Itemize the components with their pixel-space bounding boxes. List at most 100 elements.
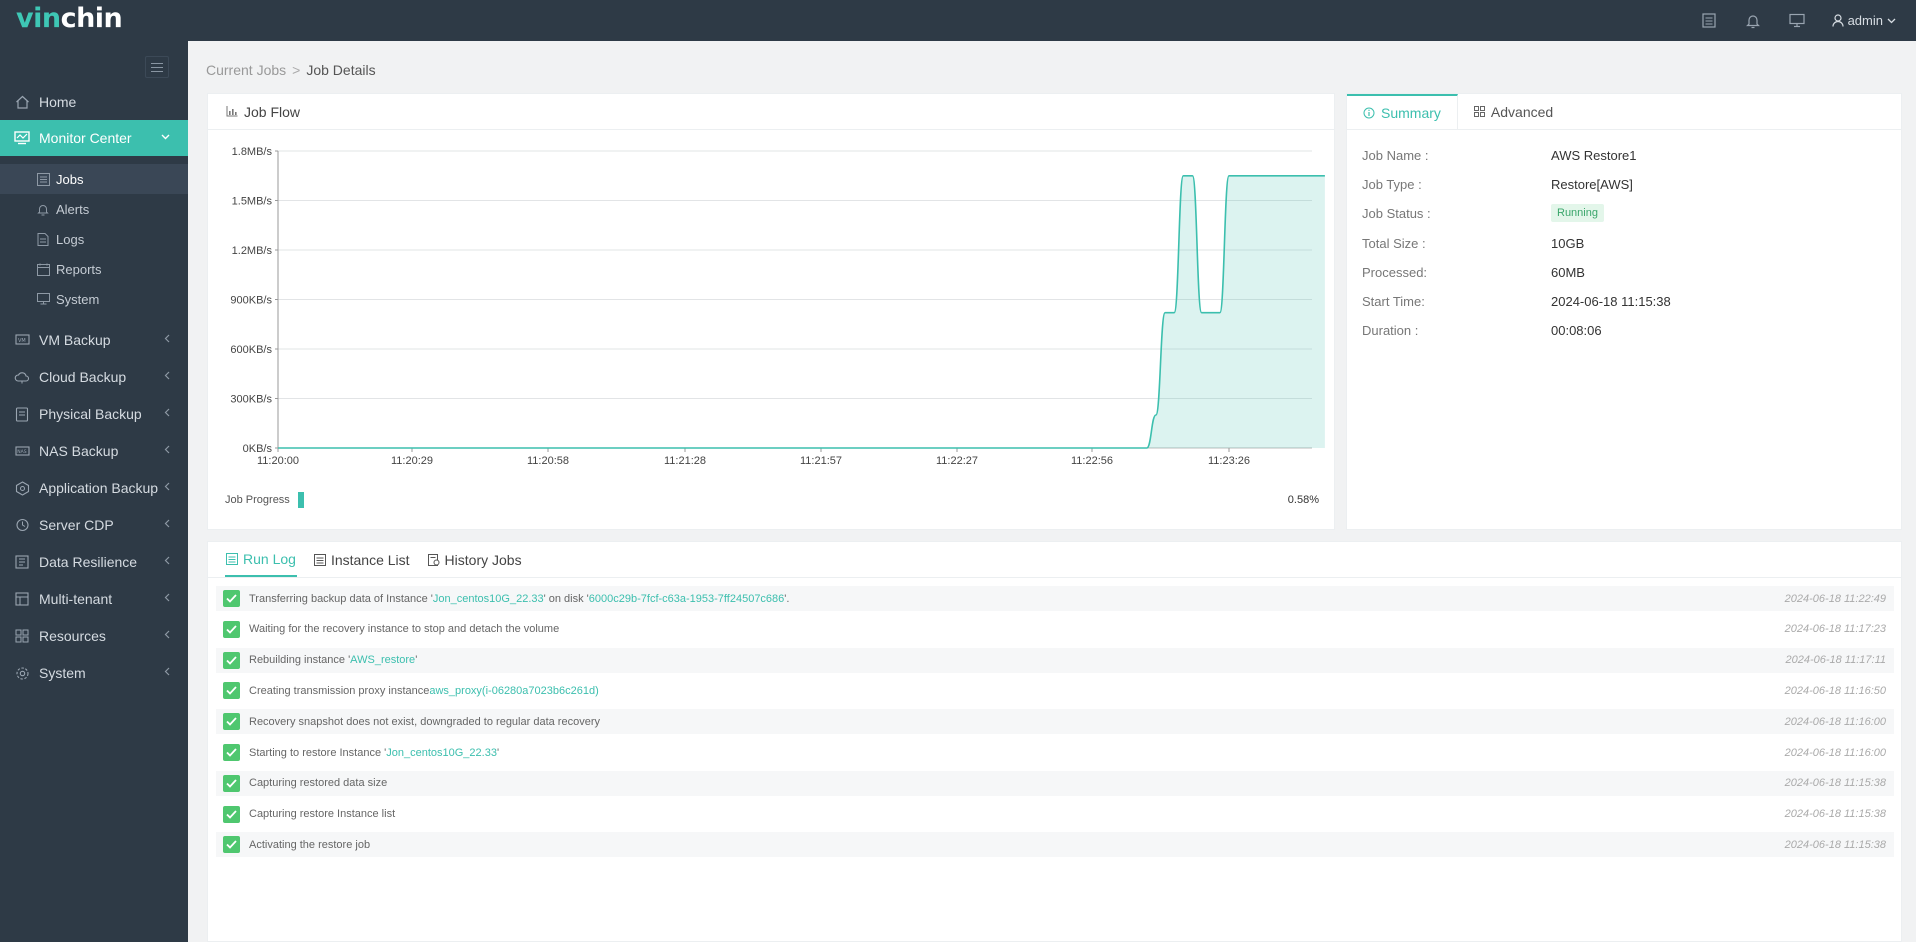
sidebar-item-cloud-backup[interactable]: Cloud Backup — [0, 359, 188, 395]
status-badge: Running — [1551, 204, 1604, 222]
tab-history-jobs[interactable]: History Jobs — [427, 542, 523, 577]
log-row: Transferring backup data of Instance 'Jo… — [216, 586, 1894, 611]
log-highlight: aws_proxy(i-06280a7023b6c261d) — [429, 684, 599, 697]
sidebar-subitem-label: Reports — [56, 261, 102, 277]
summary-row: Job Status : Running — [1362, 203, 1604, 223]
chevron-left-icon — [164, 371, 170, 383]
tab-run-log[interactable]: Run Log — [225, 542, 297, 577]
log-text: ' — [415, 654, 418, 667]
sidebar-item-data-resilience[interactable]: Data Resilience — [0, 544, 188, 580]
x-tick-label: 11:21:28 — [664, 455, 706, 467]
sidebar-item-home[interactable]: Home — [0, 84, 188, 120]
logo-prefix: vin — [16, 3, 61, 34]
sidebar-item-application-backup[interactable]: Application Backup — [0, 470, 188, 506]
sidebar-item-resources[interactable]: Resources — [0, 618, 188, 654]
log-text: Transferring backup data of Instance ' — [249, 592, 433, 605]
log-text: Capturing restore Instance list — [249, 808, 396, 821]
x-tick-label: 11:20:29 — [391, 455, 433, 467]
summary-label: Job Status : — [1362, 205, 1431, 221]
sidebar-item-multi-tenant[interactable]: Multi-tenant — [0, 581, 188, 617]
log-message: Transferring backup data of Instance 'Jo… — [249, 593, 789, 605]
y-tick-label: 0KB/s — [243, 443, 273, 455]
sidebar-subitem-label: Alerts — [56, 201, 90, 217]
job-progress-bar — [297, 492, 304, 508]
check-icon — [223, 682, 240, 700]
sidebar-subitem-alerts[interactable]: Alerts — [0, 194, 188, 224]
tab-summary[interactable]: Summary — [1347, 94, 1458, 129]
sidebar-subitem-label: Logs — [56, 231, 85, 247]
log-row: Capturing restored data size 2024-06-18 1… — [216, 770, 1894, 796]
x-tick-label: 11:20:00 — [257, 455, 299, 467]
document-icon[interactable] — [1700, 12, 1718, 30]
sidebar-item-nas-backup[interactable]: NAS NAS Backup — [0, 433, 188, 469]
sidebar-subitem-system[interactable]: System — [0, 284, 188, 314]
user-menu[interactable]: admin — [1831, 13, 1896, 28]
job-flow-panel: Job Flow 0KB/s 300KB/s 600KB/s 900KB/s 1.2MB… — [207, 93, 1335, 530]
log-text: ' — [496, 746, 500, 759]
log-message: Creating transmission proxy instanceaws_… — [249, 685, 599, 697]
log-text: Waiting for the recovery instance to sto… — [249, 623, 560, 636]
tab-instance-list[interactable]: Instance List — [313, 542, 411, 577]
bell-icon[interactable] — [1744, 12, 1762, 30]
sidebar-item-monitor-center[interactable]: Monitor Center — [0, 120, 188, 156]
sidebar-item-label: Physical Backup — [39, 406, 142, 422]
vm-icon: VM — [14, 332, 30, 348]
log-row: Rebuilding instance 'AWS_restore' 2024-06… — [216, 647, 1894, 673]
breadcrumb-parent[interactable]: Current Jobs — [206, 62, 286, 78]
log-timestamp: 2024-06-18 11:16:00 — [1784, 715, 1886, 728]
summary-label: Total Size : — [1362, 235, 1426, 251]
cdp-icon — [14, 517, 30, 533]
report-icon — [36, 262, 50, 276]
sidebar-subitem-jobs[interactable]: Jobs — [0, 164, 188, 194]
x-tick-label: 11:23:26 — [1208, 455, 1250, 467]
sidebar-item-label: NAS Backup — [39, 443, 119, 459]
tab-instance-list-label: Instance List — [330, 551, 410, 568]
sidebar-item-system[interactable]: System — [0, 655, 188, 691]
grid-icon — [1473, 106, 1485, 117]
chart-icon — [226, 106, 238, 117]
log-timestamp: 2024-06-18 11:17:23 — [1784, 623, 1886, 636]
monitor-icon — [14, 130, 30, 146]
summary-value: 2024-06-18 11:15:38 — [1551, 293, 1671, 309]
svg-text:VM: VM — [18, 338, 26, 344]
sidebar-item-physical-backup[interactable]: Physical Backup — [0, 396, 188, 432]
breadcrumb-separator: > — [292, 62, 301, 78]
monitor-screen-icon[interactable] — [1788, 12, 1806, 30]
summary-value: Restore[AWS] — [1551, 176, 1633, 192]
job-flow-header: Job Flow — [208, 94, 1334, 130]
log-text: Activating the restore job — [249, 838, 371, 851]
log-row: Activating the restore job 2024-06-18 11:… — [216, 832, 1894, 858]
app-logo[interactable]: vinchin — [16, 3, 123, 34]
check-icon — [223, 774, 240, 792]
y-tick-label: 300KB/s — [230, 394, 272, 406]
summary-label: Job Type : — [1362, 176, 1422, 192]
summary-value: 60MB — [1551, 264, 1585, 280]
tenant-icon — [14, 591, 30, 607]
summary-row: Job Type : Restore[AWS] — [1362, 174, 1633, 194]
chevron-left-icon — [164, 334, 170, 346]
sidebar-item-label: VM Backup — [39, 332, 111, 348]
sidebar-subitem-logs[interactable]: Logs — [0, 224, 188, 254]
log-row: Creating transmission proxy instanceaws_… — [216, 678, 1894, 703]
log-highlight: 6000c29b-7fcf-c63a-1953-7ff24507c686 — [588, 592, 785, 605]
log-row: Capturing restore Instance list 2024-06-1… — [216, 802, 1894, 827]
sidebar-item-server-cdp[interactable]: Server CDP — [0, 507, 188, 543]
tab-advanced[interactable]: Advanced — [1458, 94, 1569, 129]
resources-icon — [14, 628, 30, 644]
sidebar-item-vm-backup[interactable]: VM VM Backup — [0, 322, 188, 358]
log-text: Creating transmission proxy instance — [249, 684, 430, 697]
tab-summary-label: Summary — [1381, 104, 1441, 121]
tab-history-jobs-label: History Jobs — [444, 551, 522, 568]
summary-value: AWS Restore1 — [1551, 147, 1637, 163]
chevron-left-icon — [164, 408, 170, 420]
resilience-icon — [14, 554, 30, 570]
y-tick-label: 1.8MB/s — [232, 146, 273, 158]
sidebar-subitem-label: System — [56, 291, 100, 307]
summary-label: Processed: — [1362, 264, 1428, 280]
chevron-down-icon — [161, 132, 170, 143]
sidebar-subitem-reports[interactable]: Reports — [0, 254, 188, 284]
sidebar-collapse-button[interactable] — [145, 56, 169, 78]
x-tick-label: 11:22:27 — [936, 455, 978, 467]
y-tick-label: 1.5MB/s — [232, 196, 273, 208]
log-timestamp: 2024-06-18 11:15:38 — [1784, 838, 1886, 851]
